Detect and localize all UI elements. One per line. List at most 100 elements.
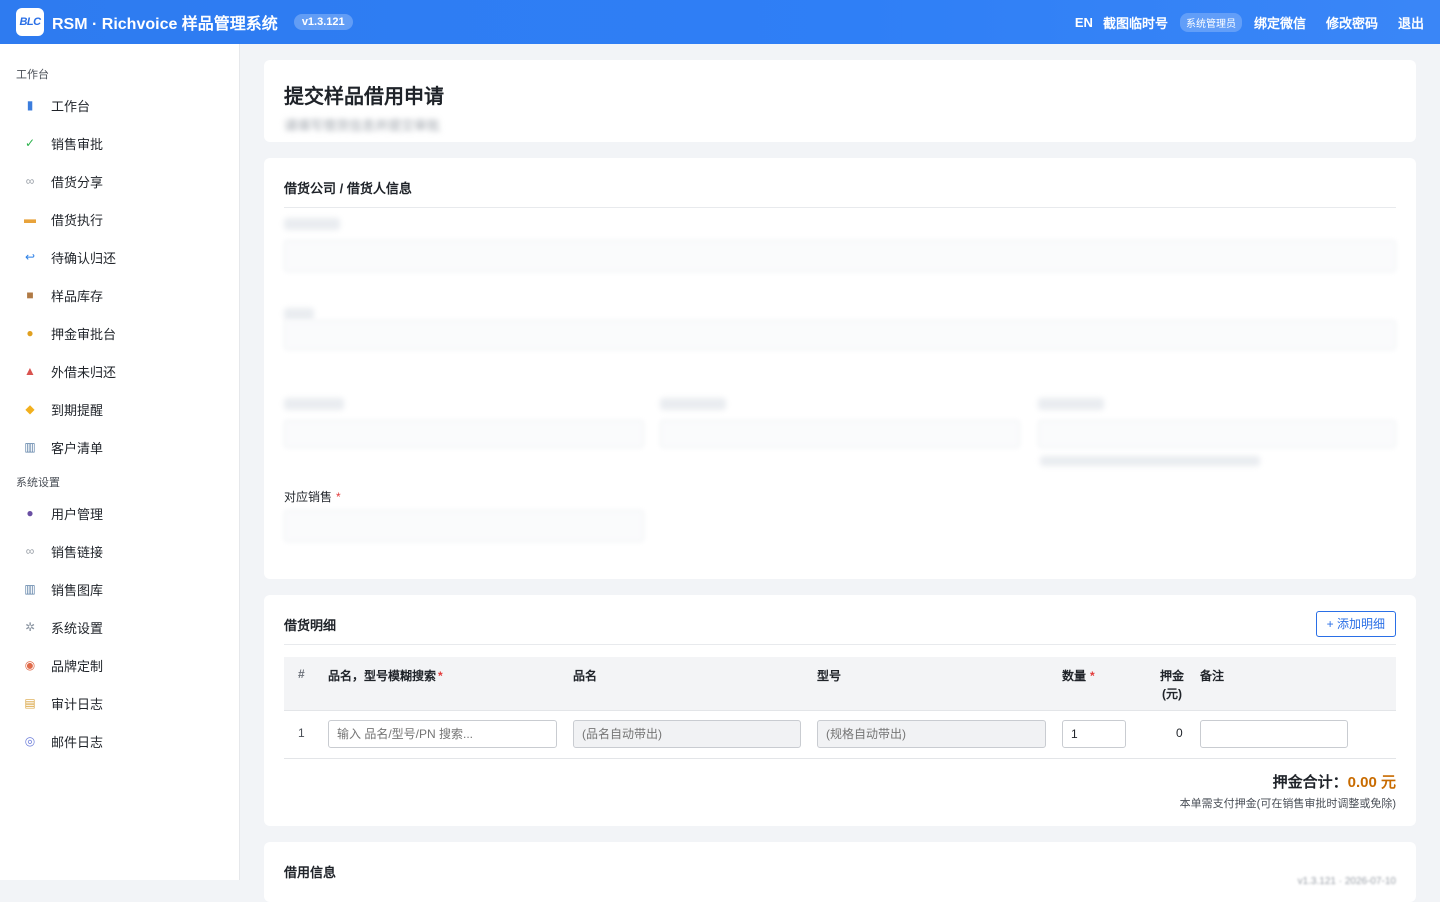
sidebar-item[interactable]: ■ 样品库存 [0,276,239,314]
palette-icon: ◉ [24,658,36,672]
sidebar-item-label: 品牌定制 [51,658,104,674]
box-icon: ■ [26,288,34,302]
sidebar-item[interactable]: ✓ 销售审批 [0,124,239,162]
row-index: 1 [298,726,305,740]
sidebar-group-settings: ● 用户管理 ∞ 销售链接 ▥ 销售图库 ✲ 系统设置 ◉ 品牌定制 ▤ 审计日志 ◎ 邮件日志 [0,494,239,760]
borrower-section-title: 借货公司 / 借货人信息 [284,158,1396,208]
email-field[interactable] [1038,420,1396,448]
deposit-value: 0 [1176,726,1183,740]
sidebar-item[interactable]: ↩ 待确认归还 [0,238,239,276]
sidebar-item-label: 销售链接 [51,544,104,560]
sidebar-item[interactable]: ◎ 邮件日志 [0,722,239,760]
sidebar-item[interactable]: ▥ 客户清单 [0,428,239,466]
borrower-card: 借货公司 / 借货人信息 对应销售 * [264,158,1416,579]
title-card: 提交样品借用申请 请填写借货信息并提交审批 [264,60,1416,142]
sales-select[interactable] [284,510,644,542]
sidebar-item-label: 客户清单 [51,440,104,456]
change-password-link[interactable]: 修改密码 [1326,13,1378,32]
company-select[interactable] [284,240,1396,272]
col-qty: 数量 * [1062,669,1095,683]
remark-input[interactable] [1200,720,1348,748]
bind-wechat-link[interactable]: 绑定微信 [1254,13,1306,32]
sidebar-item[interactable]: ▤ 审计日志 [0,684,239,722]
sidebar-section-settings: 系统设置 [16,477,60,489]
col-model: 型号 [817,669,842,683]
deposit-note: 本单需支付押金(可在销售审批时调整或免除) [1179,798,1396,810]
quantity-input[interactable] [1062,720,1126,748]
building-icon: ▥ [24,440,36,454]
sidebar-item-label: 借货执行 [51,212,104,228]
sidebar-item-label: 邮件日志 [51,734,104,750]
language-toggle[interactable]: EN [1075,15,1093,30]
sidebar-item-label: 审计日志 [51,696,104,712]
col-remark: 备注 [1200,669,1225,683]
sidebar-section-workbench: 工作台 [16,69,49,81]
product-model-field [817,720,1046,748]
detail-table-header: # 品名，型号模糊搜索 * 品名 型号 数量 * 押金 (元) 备注 [284,657,1396,711]
sidebar-item[interactable]: ∞ 借货分享 [0,162,239,200]
return-icon: ↩ [24,250,36,264]
scroll-icon: ▤ [24,696,36,710]
borrower-select[interactable] [284,320,1396,350]
sidebar-item-label: 押金审批台 [51,326,117,342]
blurred-label [284,218,340,230]
sidebar-item[interactable]: ▲ 外借未归还 [0,352,239,390]
chart-icon: ▮ [26,98,34,112]
sidebar-item[interactable]: ∞ 销售链接 [0,532,239,570]
page-title: 提交样品借用申请 [284,86,444,108]
sidebar-item[interactable]: ◆ 到期提醒 [0,390,239,428]
version-footer: v1.3.121 · 2026-07-10 [1297,876,1396,887]
screenshot-id-link[interactable]: 截图临时号 [1103,13,1168,32]
blurred-hint [1040,456,1260,466]
sales-label: 对应销售 * [284,490,341,504]
logout-link[interactable]: 退出 [1398,13,1424,32]
sidebar-item[interactable]: ▥ 销售图库 [0,570,239,608]
sidebar-item-label: 外借未归还 [51,364,117,380]
product-search-input[interactable] [328,720,557,748]
sidebar-item[interactable]: ✲ 系统设置 [0,608,239,646]
app-logo: BLC [16,8,44,36]
sidebar-item-label: 待确认归还 [51,250,117,266]
sidebar-item-label: 借货分享 [51,174,104,190]
table-row: 1 0 [284,711,1396,759]
sidebar: 工作台 ▮ 工作台 ✓ 销售审批 ∞ 借货分享 ▬ 借货执行 ↩ 待确认归还 ■ 样品库存 ● 押金审批台… [0,44,240,880]
sidebar-item[interactable]: ▬ 借货执行 [0,200,239,238]
sidebar-item[interactable]: ● 用户管理 [0,494,239,532]
col-deposit: 押金 (元) [1160,669,1185,701]
sidebar-item-label: 到期提醒 [51,402,104,418]
col-name: 品名 [573,669,598,683]
gear-icon: ✲ [24,620,36,634]
sidebar-item-label: 系统设置 [51,620,104,636]
app-title: RSM · Richvoice 样品管理系统 [52,16,278,33]
truck-icon: ▬ [24,212,36,226]
sidebar-item-label: 销售图库 [51,582,104,598]
bell-icon: ◆ [25,402,35,416]
link-icon: ∞ [25,174,35,188]
check-icon: ✓ [24,136,36,150]
col-index: # [298,667,305,681]
sidebar-item[interactable]: ● 押金审批台 [0,314,239,352]
version-badge: v1.3.121 [293,14,353,30]
phone-field[interactable] [660,420,1020,448]
outbox-icon: ▲ [24,364,36,378]
sidebar-item-label: 样品库存 [51,288,104,304]
sidebar-group-workbench: ▮ 工作台 ✓ 销售审批 ∞ 借货分享 ▬ 借货执行 ↩ 待确认归还 ■ 样品库存 ● 押金审批台 ▲ 外借未… [0,86,239,466]
detail-section-title: 借货明细 [284,595,1396,645]
users-icon: ● [26,506,34,520]
sidebar-item[interactable]: ◉ 品牌定制 [0,646,239,684]
mail-icon: ◎ [24,734,36,748]
sidebar-item-label: 工作台 [51,98,91,114]
link-icon: ∞ [25,544,35,558]
deposit-total-amount: 0.00 元 [1347,774,1396,791]
contact-field[interactable] [284,420,644,448]
borrow-info-title: 借用信息 [284,865,337,880]
top-bar: BLC RSM · Richvoice 样品管理系统 v1.3.121 EN 截… [0,0,1440,44]
col-search: 品名，型号模糊搜索 * [328,669,443,683]
product-name-field [573,720,801,748]
add-detail-button[interactable]: + 添加明细 [1315,611,1396,637]
building-icon: ▥ [24,582,36,596]
blurred-label [1038,398,1104,410]
borrow-info-card: 借用信息 v1.3.121 · 2026-07-10 [264,842,1416,902]
top-nav: EN 截图临时号 系统管理员 绑定微信 修改密码 退出 [1075,12,1424,32]
sidebar-item[interactable]: ▮ 工作台 [0,86,239,124]
